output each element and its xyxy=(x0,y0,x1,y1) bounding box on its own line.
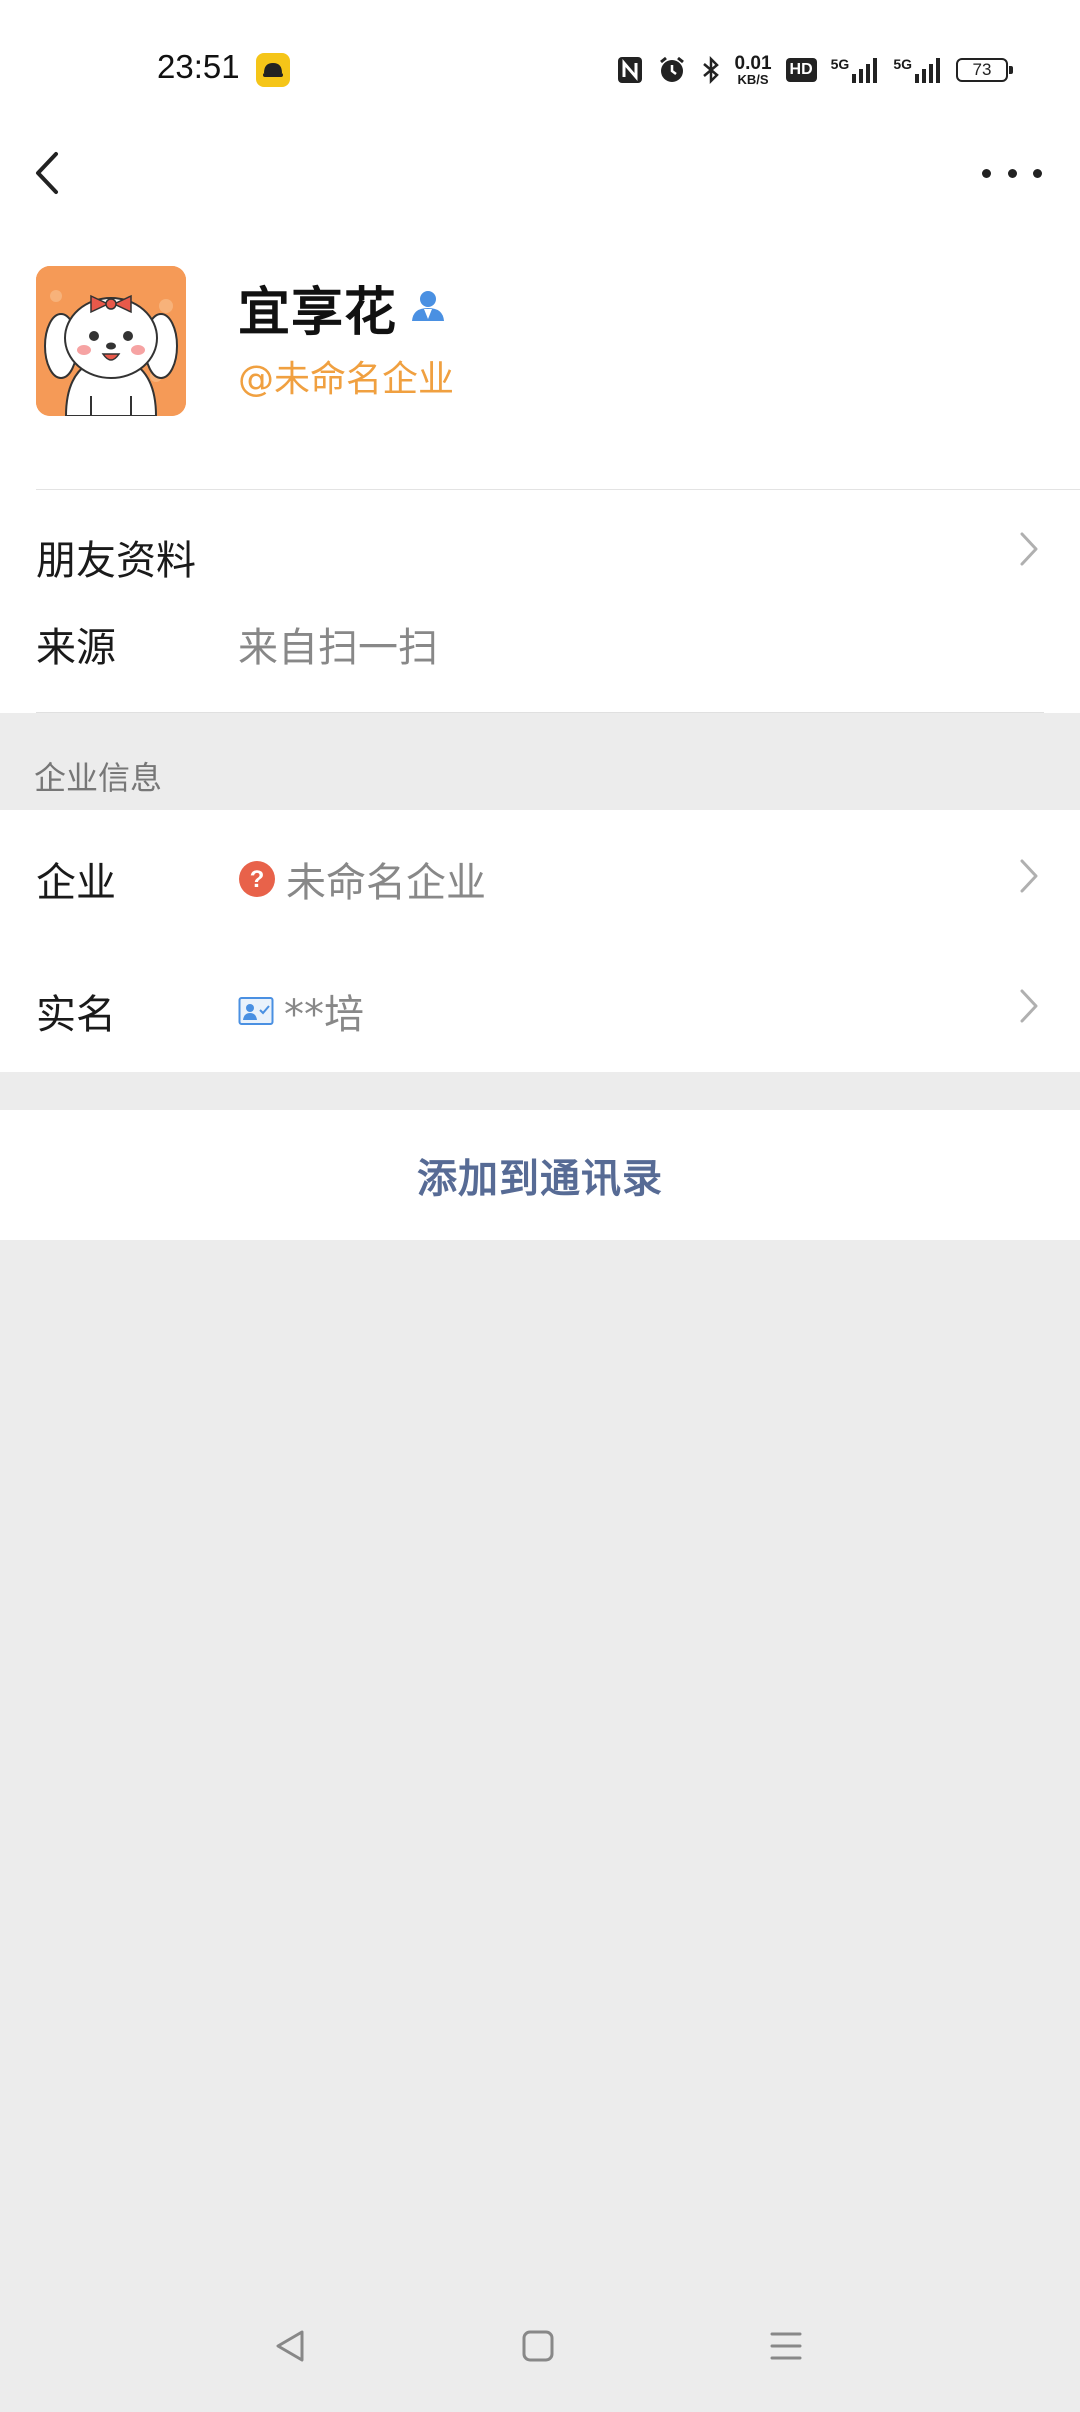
app-icon xyxy=(256,53,290,87)
status-icons: 0.01 KB/S HD 5G 5G 73 xyxy=(617,50,1013,90)
source-label: 来源 xyxy=(36,625,116,671)
signal-icon: 5G xyxy=(893,56,942,84)
status-time: 23:51 xyxy=(157,48,240,85)
company-value-group: ? 未命名企业 xyxy=(238,850,486,908)
realname-value: **培 xyxy=(284,992,364,1038)
recents-menu-icon[interactable] xyxy=(766,2326,806,2370)
realname-value-group: **培 xyxy=(238,982,364,1040)
more-horizontal-icon xyxy=(982,168,991,178)
source-row: 来源 来自扫一扫 xyxy=(0,610,1080,710)
contact-name: 宜享花 xyxy=(238,283,398,343)
back-triangle-icon[interactable] xyxy=(270,2326,310,2370)
divider xyxy=(36,712,1044,713)
question-icon: ? xyxy=(239,861,275,897)
hd-voice-icon: HD xyxy=(785,58,817,82)
friend-info-row[interactable]: 朋友资料 xyxy=(0,490,1080,610)
bluetooth-icon xyxy=(701,55,721,85)
chevron-left-icon xyxy=(36,152,58,194)
back-button[interactable] xyxy=(28,148,68,198)
realname-row[interactable]: 实名 **培 xyxy=(0,941,1080,1072)
battery-level: 73 xyxy=(972,60,992,79)
company-row[interactable]: 企业 ? 未命名企业 xyxy=(0,810,1080,941)
enterprise-section-title: 企业信息 xyxy=(34,759,163,797)
company-value: 未命名企业 xyxy=(286,860,486,906)
company-tag[interactable]: @未命名企业 xyxy=(238,350,454,402)
more-horizontal-icon xyxy=(1033,168,1042,178)
alarm-icon xyxy=(657,55,687,85)
net-speed: 0.01 KB/S xyxy=(735,54,772,86)
avatar[interactable] xyxy=(36,266,186,416)
id-card-icon xyxy=(238,997,274,1025)
company-label: 企业 xyxy=(36,860,116,906)
add-to-contacts-label: 添加到通讯录 xyxy=(417,1156,663,1202)
battery-icon: 73 xyxy=(956,58,1013,82)
net-speed-value: 0.01 xyxy=(734,53,772,74)
source-value: 来自扫一扫 xyxy=(238,625,438,671)
status-bar: 23:51 0.01 KB/S HD 5G 5G 73 xyxy=(0,0,1080,140)
add-to-contacts-button[interactable]: 添加到通讯录 xyxy=(0,1110,1080,1240)
network-type: 5G xyxy=(830,56,850,72)
signal-icon: 5G xyxy=(831,56,880,84)
chevron-right-icon xyxy=(1020,989,1038,1023)
network-type: 5G xyxy=(893,56,912,72)
home-square-icon[interactable] xyxy=(518,2326,558,2370)
net-speed-unit: KB/S xyxy=(737,72,769,87)
more-horizontal-icon xyxy=(1007,168,1017,178)
name-row: 宜享花 xyxy=(238,270,447,345)
friend-info-label: 朋友资料 xyxy=(36,538,196,584)
nfc-icon xyxy=(617,56,643,84)
person-icon xyxy=(409,287,447,329)
more-button[interactable] xyxy=(982,158,1042,188)
system-navigation-bar xyxy=(0,2310,1080,2400)
friend-info-section: 朋友资料 来源 来自扫一扫 xyxy=(0,490,1080,713)
chevron-right-icon xyxy=(1020,859,1038,893)
svg-text:?: ? xyxy=(250,866,265,893)
realname-label: 实名 xyxy=(36,992,116,1038)
profile-header: 宜享花 @未命名企业 xyxy=(0,140,1080,490)
enterprise-section: 企业 ? 未命名企业 实名 **培 xyxy=(0,810,1080,1072)
chevron-right-icon xyxy=(1020,532,1038,566)
